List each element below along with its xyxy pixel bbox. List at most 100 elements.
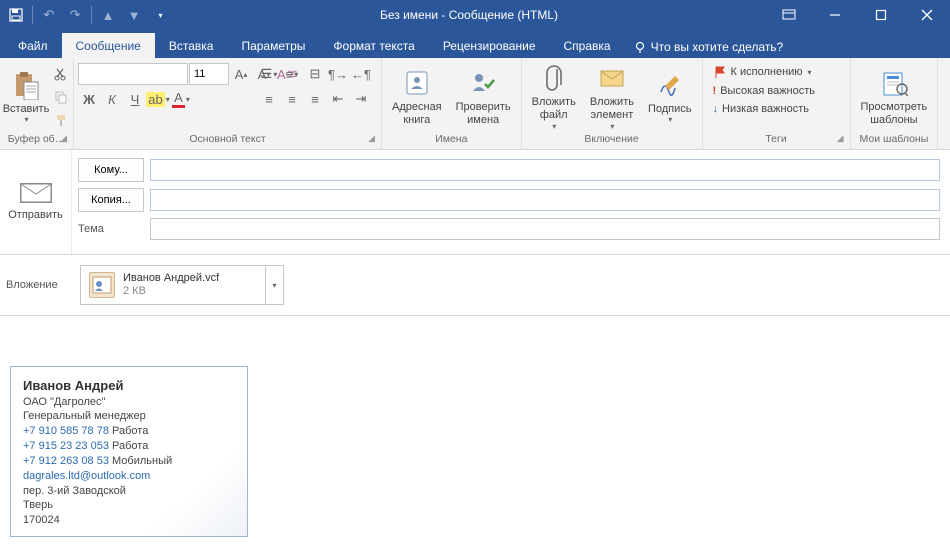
- vcard-phone-mobile[interactable]: +7 912 263 08 53: [23, 455, 109, 467]
- close-button[interactable]: [904, 0, 950, 30]
- ribbon-display-button[interactable]: [766, 0, 812, 30]
- redo-button[interactable]: ↷: [63, 3, 87, 27]
- maximize-button[interactable]: [858, 0, 904, 30]
- flag-icon: [713, 65, 727, 79]
- window-title: Без имени - Сообщение (HTML): [172, 8, 766, 22]
- basic-text-launcher[interactable]: ◢: [368, 133, 375, 144]
- view-templates-button[interactable]: Просмотреть шаблоны: [855, 65, 934, 128]
- view-templates-label: Просмотреть шаблоны: [861, 101, 928, 126]
- font-color-button[interactable]: A▾: [170, 88, 192, 110]
- quick-access-toolbar: ↶ ↷ ▲ ▼ ▾: [0, 3, 172, 27]
- previous-item-button[interactable]: ▲: [96, 3, 120, 27]
- align-center-button[interactable]: ≡: [281, 88, 303, 110]
- to-input[interactable]: [150, 159, 940, 181]
- highlight-button[interactable]: ab▾: [147, 88, 169, 110]
- qat-customize-button[interactable]: ▾: [148, 3, 172, 27]
- subject-label: Тема: [78, 223, 144, 235]
- bullets-button[interactable]: ☰▾: [258, 63, 280, 85]
- tags-launcher[interactable]: ◢: [837, 133, 844, 144]
- undo-button[interactable]: ↶: [37, 3, 61, 27]
- cc-input[interactable]: [150, 189, 940, 211]
- clipboard-launcher[interactable]: ◢: [60, 133, 67, 144]
- multilevel-list-button[interactable]: ⊟: [304, 63, 326, 85]
- tab-message[interactable]: Сообщение: [62, 33, 155, 58]
- compose-header: Отправить Кому... Копия... Тема: [0, 150, 950, 255]
- attach-file-label: Вложить файл: [532, 96, 576, 121]
- copy-icon: [54, 90, 68, 104]
- signature-button[interactable]: Подпись▾: [642, 67, 698, 127]
- cc-button[interactable]: Копия...: [78, 188, 144, 212]
- ltr-button[interactable]: ¶→: [327, 63, 349, 85]
- tab-help[interactable]: Справка: [550, 33, 625, 58]
- group-names-label: Имена: [386, 133, 517, 149]
- high-importance-label: Высокая важность: [720, 85, 815, 97]
- attachment-row: Вложение Иванов Андрей.vcf 2 КВ ▾: [0, 255, 950, 316]
- italic-button[interactable]: К: [101, 88, 123, 110]
- attach-file-button[interactable]: Вложить файл▾: [526, 60, 582, 132]
- align-left-button[interactable]: ≡: [258, 88, 280, 110]
- decrease-indent-button[interactable]: ⇤: [327, 88, 349, 110]
- address-book-button[interactable]: Адресная книга: [386, 65, 448, 128]
- follow-up-button[interactable]: К исполнению▾: [709, 63, 816, 81]
- high-importance-button[interactable]: ! Высокая важность: [709, 83, 820, 99]
- font-size-combo[interactable]: [189, 63, 229, 85]
- signature-label: Подпись: [648, 103, 692, 116]
- paste-icon: [10, 69, 42, 101]
- attach-item-button[interactable]: Вложить элемент▾: [584, 60, 640, 132]
- ribbon-tabs: Файл Сообщение Вставка Параметры Формат …: [0, 30, 950, 58]
- vcard-email[interactable]: dagrales.ltd@outlook.com: [23, 470, 150, 482]
- tab-review[interactable]: Рецензирование: [429, 33, 550, 58]
- to-button[interactable]: Кому...: [78, 158, 144, 182]
- increase-indent-button[interactable]: ⇥: [350, 88, 372, 110]
- check-names-label: Проверить имена: [456, 101, 511, 126]
- check-names-button[interactable]: Проверить имена: [450, 65, 517, 128]
- compose-fields: Кому... Копия... Тема: [72, 150, 950, 254]
- vcard-title: Генеральный менеджер: [23, 409, 235, 424]
- numbering-button[interactable]: ≡▾: [281, 63, 303, 85]
- group-clipboard: Вставить ▾ Буфер об…◢: [0, 58, 74, 149]
- minimize-button[interactable]: [812, 0, 858, 30]
- attach-item-label: Вложить элемент: [590, 96, 634, 121]
- tab-options[interactable]: Параметры: [227, 33, 319, 58]
- attachment-name: Иванов Андрей.vcf: [123, 272, 219, 285]
- tab-file[interactable]: Файл: [4, 33, 62, 58]
- window-controls: [766, 0, 950, 30]
- address-book-label: Адресная книга: [392, 101, 442, 126]
- tab-insert[interactable]: Вставка: [155, 33, 228, 58]
- format-painter-button[interactable]: [50, 109, 72, 131]
- grow-font-button[interactable]: A▴: [230, 63, 252, 85]
- tell-me-input[interactable]: Что вы хотите сделать?: [625, 40, 792, 58]
- low-importance-button[interactable]: ↓ Низкая важность: [709, 101, 813, 117]
- vcard-phone-mobile-type: Мобильный: [112, 455, 172, 467]
- low-importance-label: Низкая важность: [722, 103, 809, 115]
- vcard-address-city: Тверь: [23, 498, 235, 513]
- vcard-phone-work1[interactable]: +7 910 585 78 78: [23, 425, 109, 437]
- underline-button[interactable]: Ч: [124, 88, 146, 110]
- attachment-item[interactable]: Иванов Андрей.vcf 2 КВ: [80, 265, 266, 305]
- align-right-button[interactable]: ≡: [304, 88, 326, 110]
- attachment-dropdown[interactable]: ▾: [266, 265, 284, 305]
- font-name-combo[interactable]: [78, 63, 188, 85]
- group-include-label: Включение: [526, 133, 698, 149]
- save-button[interactable]: [4, 3, 28, 27]
- paste-button[interactable]: Вставить ▾: [4, 67, 48, 127]
- bold-button[interactable]: Ж: [78, 88, 100, 110]
- rtl-button[interactable]: ←¶: [350, 63, 372, 85]
- templates-icon: [878, 67, 910, 99]
- vcard-phone-work2[interactable]: +7 915 23 23 053: [23, 440, 109, 452]
- next-item-button[interactable]: ▼: [122, 3, 146, 27]
- message-body[interactable]: Иванов Андрей ОАО "Дагролес" Генеральный…: [0, 316, 950, 547]
- paste-label: Вставить: [3, 103, 50, 116]
- tab-format-text[interactable]: Формат текста: [319, 33, 428, 58]
- group-include: Вложить файл▾ Вложить элемент▾ Подпись▾ …: [522, 58, 703, 149]
- attachment-label: Вложение: [6, 279, 72, 291]
- exclamation-icon: !: [713, 85, 717, 97]
- tell-me-label: Что вы хотите сделать?: [651, 40, 784, 54]
- group-names: Адресная книга Проверить имена Имена: [382, 58, 522, 149]
- ribbon: Вставить ▾ Буфер об…◢ A▴: [0, 58, 950, 150]
- cut-button[interactable]: [50, 63, 72, 85]
- copy-button[interactable]: [50, 86, 72, 108]
- send-button[interactable]: Отправить: [8, 209, 63, 221]
- vcard-phone-work2-type: Работа: [112, 440, 148, 452]
- subject-input[interactable]: [150, 218, 940, 240]
